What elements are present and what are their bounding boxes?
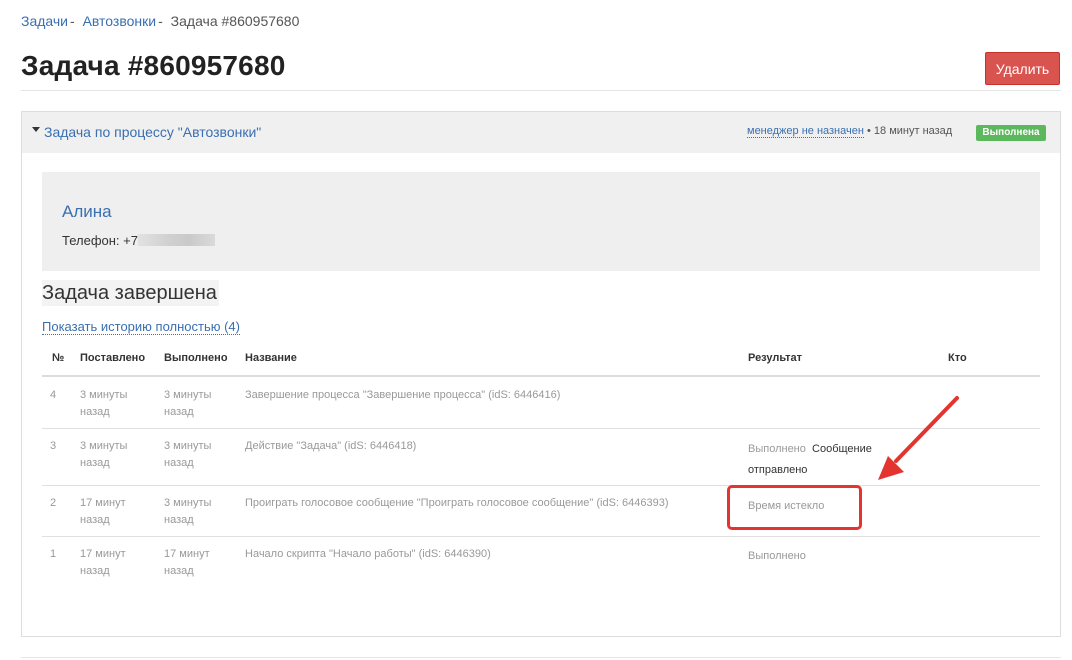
status-badge: Выполнена [976, 125, 1046, 141]
task-panel: Задача по процессу "Автозвонки" менеджер… [21, 111, 1061, 637]
cell-number: 2 [50, 497, 57, 509]
cell-done: 3 минуты назад [164, 389, 212, 418]
panel-meta: менеджер не назначен • 18 минут назад [747, 125, 953, 138]
th-set: Поставлено [80, 352, 146, 364]
contact-phone: Телефон: +7 [62, 233, 215, 248]
breadcrumb-separator: - [70, 13, 75, 29]
annotation-highlight-box [727, 485, 862, 530]
result-status: Выполнено [748, 443, 806, 455]
th-done: Выполнено [164, 352, 228, 364]
contact-name[interactable]: Алина [62, 202, 112, 222]
task-status-heading: Задача завершена [42, 280, 219, 306]
title-divider [21, 90, 1061, 91]
panel-time: • 18 минут назад [867, 125, 953, 137]
cell-done: 17 минут назад [164, 548, 210, 577]
cell-set: 3 минуты назад [80, 440, 128, 469]
cell-number: 1 [50, 548, 57, 560]
phone-label: Телефон: +7 [62, 233, 138, 248]
th-who: Кто [948, 352, 967, 364]
th-result: Результат [748, 352, 803, 364]
breadcrumb: Задачи - Автозвонки - Задача #860957680 [21, 13, 299, 29]
table-row: 4 3 минуты назад 3 минуты назад Завершен… [42, 377, 1040, 429]
show-history-link[interactable]: Показать историю полностью (4) [42, 319, 240, 335]
breadcrumb-separator: - [158, 13, 163, 29]
breadcrumb-link-autocalls[interactable]: Автозвонки [83, 13, 157, 29]
th-number: № [52, 352, 65, 364]
cell-name: Проиграть голосовое сообщение "Проиграть… [245, 497, 669, 509]
panel-header: Задача по процессу "Автозвонки" менеджер… [22, 112, 1060, 153]
cell-done: 3 минуты назад [164, 440, 212, 469]
phone-redacted-mask [137, 234, 215, 246]
page-title: Задача #860957680 [21, 50, 286, 81]
cell-name: Завершение процесса "Завершение процесса… [245, 389, 561, 401]
cell-set: 3 минуты назад [80, 389, 128, 418]
cell-result: Выполнено [748, 550, 806, 562]
cell-number: 3 [50, 440, 57, 452]
contact-card: Алина Телефон: +7 [42, 172, 1040, 271]
cell-set: 17 минут назад [80, 548, 126, 577]
cell-set: 17 минут назад [80, 497, 126, 526]
cell-done: 3 минуты назад [164, 497, 212, 526]
breadcrumb-link-tasks[interactable]: Задачи [21, 13, 68, 29]
cell-name: Действие "Задача" (idS: 6446418) [245, 440, 417, 452]
panel-title-link[interactable]: Задача по процессу "Автозвонки" [44, 124, 261, 140]
breadcrumb-current: Задача #860957680 [170, 13, 300, 29]
delete-button[interactable]: Удалить [985, 52, 1060, 85]
table-row: 2 17 минут назад 3 минуты назад Проиграт… [42, 486, 1040, 537]
caret-down-icon[interactable] [32, 127, 40, 132]
table-row: 1 17 минут назад 17 минут назад Начало с… [42, 537, 1040, 587]
bottom-divider [21, 657, 1061, 658]
manager-link[interactable]: менеджер не назначен [747, 125, 864, 138]
cell-name: Начало скрипта "Начало работы" (idS: 644… [245, 548, 491, 560]
th-name: Название [245, 352, 297, 364]
table-row: 3 3 минуты назад 3 минуты назад Действие… [42, 429, 1040, 486]
cell-result: Выполнено Сообщение отправлено [748, 439, 893, 481]
cell-number: 4 [50, 389, 57, 401]
